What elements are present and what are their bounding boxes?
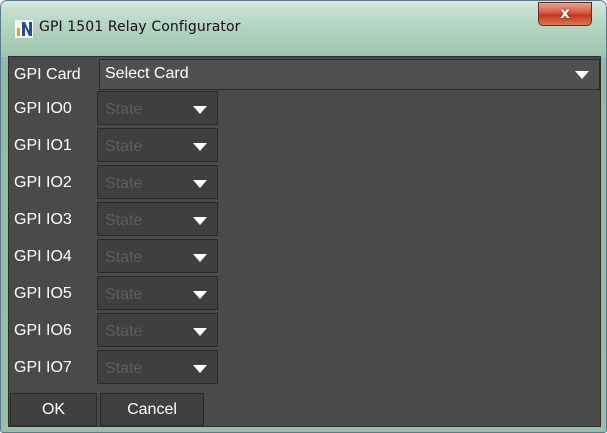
io-row-5: GPI IO5 State	[9, 276, 219, 310]
chevron-down-icon	[193, 180, 207, 188]
title-bar[interactable]: GPI 1501 Relay Configurator x	[1, 1, 606, 57]
chevron-down-icon	[193, 365, 207, 373]
io-label: GPI IO4	[14, 248, 72, 265]
io7-state-select[interactable]: State	[97, 350, 218, 384]
state-value: State	[105, 249, 143, 266]
io-row-1: GPI IO1 State	[9, 128, 219, 162]
state-value: State	[105, 101, 143, 118]
io6-state-select[interactable]: State	[97, 313, 218, 347]
state-value: State	[105, 286, 143, 303]
chevron-down-icon	[193, 106, 207, 114]
io-row-2: GPI IO2 State	[9, 165, 219, 199]
io-label: GPI IO3	[14, 211, 72, 228]
io-row-6: GPI IO6 State	[9, 313, 219, 347]
io-row-4: GPI IO4 State	[9, 239, 219, 273]
dialog-window: GPI 1501 Relay Configurator x GPI Card S…	[0, 0, 607, 433]
io5-state-select[interactable]: State	[97, 276, 218, 310]
state-value: State	[105, 360, 143, 377]
chevron-down-icon	[193, 254, 207, 262]
state-value: State	[105, 138, 143, 155]
gpi-card-value: Select Card	[105, 65, 189, 82]
cancel-button[interactable]: Cancel	[100, 393, 204, 426]
io-label: GPI IO0	[14, 100, 72, 117]
state-value: State	[105, 212, 143, 229]
state-value: State	[105, 175, 143, 192]
io-label: GPI IO2	[14, 174, 72, 191]
configurator-panel: GPI Card Select Card GPI IO0 State GPI I…	[8, 56, 601, 427]
io3-state-select[interactable]: State	[97, 202, 218, 236]
n-logo-icon	[15, 20, 33, 38]
io0-state-select[interactable]: State	[97, 91, 218, 125]
gpi-card-label: GPI Card	[14, 66, 81, 83]
window-title: GPI 1501 Relay Configurator	[39, 19, 241, 35]
io-label: GPI IO7	[14, 359, 72, 376]
ok-button[interactable]: OK	[10, 393, 97, 426]
io-label: GPI IO1	[14, 137, 72, 154]
io-row-3: GPI IO3 State	[9, 202, 219, 236]
io2-state-select[interactable]: State	[97, 165, 218, 199]
state-value: State	[105, 323, 143, 340]
chevron-down-icon	[193, 328, 207, 336]
io-row-0: GPI IO0 State	[9, 91, 219, 125]
io-label: GPI IO6	[14, 322, 72, 339]
io4-state-select[interactable]: State	[97, 239, 218, 273]
chevron-down-icon	[575, 71, 589, 79]
chevron-down-icon	[193, 143, 207, 151]
io1-state-select[interactable]: State	[97, 128, 218, 162]
io-label: GPI IO5	[14, 285, 72, 302]
io-row-7: GPI IO7 State	[9, 350, 219, 384]
chevron-down-icon	[193, 291, 207, 299]
gpi-card-select[interactable]: Select Card	[99, 59, 600, 90]
chevron-down-icon	[193, 217, 207, 225]
close-button[interactable]: x	[538, 2, 592, 26]
